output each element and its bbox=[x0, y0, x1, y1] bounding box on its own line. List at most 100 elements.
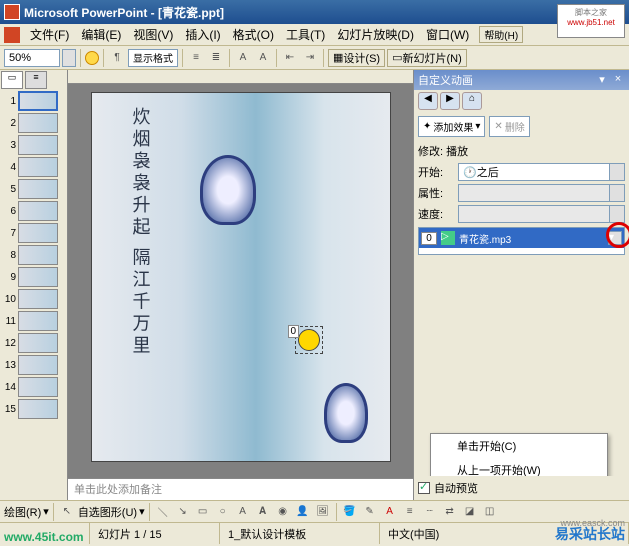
shadow-icon[interactable]: ◪ bbox=[461, 503, 479, 521]
show-format-icon[interactable]: ¶ bbox=[108, 49, 126, 67]
menu-window[interactable]: 窗口(W) bbox=[420, 26, 475, 43]
demote-icon[interactable]: ⇥ bbox=[301, 49, 319, 67]
thumbnail-row[interactable]: 2 bbox=[0, 112, 67, 134]
status-template: 1_默认设计模板 bbox=[220, 523, 380, 544]
menu-insert[interactable]: 插入(I) bbox=[179, 26, 226, 43]
highlight-circle-icon bbox=[606, 222, 629, 248]
menubar-icon bbox=[4, 27, 20, 43]
thumbnails-panel: ▭ ≡ 123456789101112131415 bbox=[0, 70, 68, 500]
pointer-icon[interactable]: ↖ bbox=[58, 503, 76, 521]
3d-icon[interactable]: ◫ bbox=[481, 503, 499, 521]
vase-image-1 bbox=[200, 155, 256, 225]
status-bar: 幻灯片 1 / 15 1_默认设计模板 中文(中国) bbox=[0, 522, 629, 544]
font-color-icon[interactable]: A bbox=[381, 503, 399, 521]
thumbnail-row[interactable]: 3 bbox=[0, 134, 67, 156]
thumbnail-row[interactable]: 13 bbox=[0, 354, 67, 376]
thumbnail-row[interactable]: 12 bbox=[0, 332, 67, 354]
zoom-combo[interactable]: 50% bbox=[4, 49, 60, 67]
slide-editor: 炊烟袅袅升起 隔江千万里 0 单击此处添加备注 bbox=[68, 70, 413, 500]
delete-effect-button[interactable]: ✕ 删除 bbox=[489, 116, 529, 137]
font-small-icon[interactable]: A bbox=[254, 49, 272, 67]
auto-preview-checkbox[interactable] bbox=[418, 482, 430, 494]
app-icon bbox=[4, 4, 20, 20]
arrow-style-icon[interactable]: ⇄ bbox=[441, 503, 459, 521]
thumbnail-row[interactable]: 1 bbox=[0, 90, 67, 112]
thumbnail-row[interactable]: 11 bbox=[0, 310, 67, 332]
animation-list[interactable]: 0 ▷ 青花瓷.mp3 ▾ bbox=[418, 227, 625, 255]
menu-slideshow[interactable]: 幻灯片放映(D) bbox=[331, 26, 420, 43]
slide-canvas[interactable]: 炊烟袅袅升起 隔江千万里 0 bbox=[91, 92, 391, 462]
oval-icon[interactable]: ○ bbox=[214, 503, 232, 521]
animation-item[interactable]: 0 ▷ 青花瓷.mp3 ▾ bbox=[419, 228, 624, 248]
menu-help-input[interactable]: 帮助(H) bbox=[479, 26, 523, 43]
nav-home-icon[interactable]: ⌂ bbox=[462, 92, 482, 110]
outline-tab[interactable]: ≡ bbox=[25, 71, 47, 89]
animation-badge: 0 bbox=[288, 325, 300, 338]
slide-poem-text: 炊烟袅袅升起 隔江千万里 bbox=[128, 107, 154, 358]
footer-brand: 易采站长站 bbox=[555, 524, 625, 544]
numlist-icon[interactable]: ≣ bbox=[207, 49, 225, 67]
face-icon[interactable] bbox=[85, 51, 99, 65]
bullets-icon[interactable]: ≡ bbox=[187, 49, 205, 67]
diagram-icon[interactable]: ◉ bbox=[274, 503, 292, 521]
font-large-icon[interactable]: A bbox=[234, 49, 252, 67]
modify-label: 修改: 播放 bbox=[418, 143, 625, 159]
cm-click-start[interactable]: 单击开始(C) bbox=[431, 434, 607, 458]
zoom-dropdown[interactable] bbox=[62, 49, 76, 67]
fill-color-icon[interactable]: 🪣 bbox=[341, 503, 359, 521]
wordart-icon[interactable]: 𝐀 bbox=[254, 503, 272, 521]
menu-format[interactable]: 格式(O) bbox=[227, 26, 280, 43]
start-select[interactable]: 🕐 之后 bbox=[458, 163, 625, 181]
picture-icon[interactable]: 🖼 bbox=[314, 503, 332, 521]
context-menu: 单击开始(C) 从上一项开始(W) 🕐从上一项之后开始(A) 效果选项(E)..… bbox=[430, 433, 608, 476]
task-pane: 自定义动画 ▾ × ◀ ▶ ⌂ ✦ 添加效果 ▾ ✕ 删除 修改: 播放 开始:… bbox=[413, 70, 629, 500]
thumbnail-row[interactable]: 5 bbox=[0, 178, 67, 200]
toolbar: 50% ¶ 显示格式 ≡ ≣ A A ⇤ ⇥ ▦ 设计(S) ▭ 新幻灯片(N) bbox=[0, 46, 629, 70]
watermark-overlay: 脚本之家 www.jb51.net bbox=[557, 4, 625, 38]
nav-forward-icon[interactable]: ▶ bbox=[440, 92, 460, 110]
menu-file[interactable]: 文件(F) bbox=[24, 26, 75, 43]
notes-pane[interactable]: 单击此处添加备注 bbox=[68, 478, 413, 500]
slides-tab[interactable]: ▭ bbox=[1, 71, 23, 89]
audio-object[interactable] bbox=[298, 329, 320, 351]
line-color-icon[interactable]: ✎ bbox=[361, 503, 379, 521]
status-slide: 幻灯片 1 / 15 bbox=[90, 523, 220, 544]
play-icon: ▷ bbox=[441, 231, 455, 245]
window-title: Microsoft PowerPoint - [青花瓷.ppt] bbox=[24, 4, 561, 21]
thumbnail-row[interactable]: 14 bbox=[0, 376, 67, 398]
line-icon[interactable]: ＼ bbox=[154, 503, 172, 521]
clipart-icon[interactable]: 👤 bbox=[294, 503, 312, 521]
menu-view[interactable]: 视图(V) bbox=[127, 26, 179, 43]
drawing-toolbar: 绘图(R) ▾ ↖ 自选图形(U) ▾ ＼ ↘ ▭ ○ A 𝐀 ◉ 👤 🖼 🪣 … bbox=[0, 500, 629, 522]
start-label: 开始: bbox=[418, 164, 458, 180]
thumbnail-row[interactable]: 10 bbox=[0, 288, 67, 310]
new-slide-button[interactable]: ▭ 新幻灯片(N) bbox=[387, 49, 467, 67]
menu-bar: 文件(F) 编辑(E) 视图(V) 插入(I) 格式(O) 工具(T) 幻灯片放… bbox=[0, 24, 629, 46]
cm-from-previous[interactable]: 从上一项开始(W) bbox=[431, 458, 607, 476]
nav-back-icon[interactable]: ◀ bbox=[418, 92, 438, 110]
show-format-button[interactable]: 显示格式 bbox=[128, 49, 178, 67]
dash-style-icon[interactable]: ┈ bbox=[421, 503, 439, 521]
line-style-icon[interactable]: ≡ bbox=[401, 503, 419, 521]
textbox-icon[interactable]: A bbox=[234, 503, 252, 521]
autoshapes-menu[interactable]: 自选图形(U) bbox=[78, 504, 137, 520]
speed-select bbox=[458, 205, 625, 223]
taskpane-dropdown[interactable]: ▾ bbox=[595, 73, 609, 87]
design-button[interactable]: ▦ 设计(S) bbox=[328, 49, 385, 67]
thumbnail-row[interactable]: 15 bbox=[0, 398, 67, 420]
rect-icon[interactable]: ▭ bbox=[194, 503, 212, 521]
arrow-icon[interactable]: ↘ bbox=[174, 503, 192, 521]
menu-edit[interactable]: 编辑(E) bbox=[75, 26, 127, 43]
taskpane-close[interactable]: × bbox=[611, 73, 625, 87]
thumbnail-row[interactable]: 9 bbox=[0, 266, 67, 288]
draw-menu[interactable]: 绘图(R) bbox=[4, 504, 41, 520]
thumbnail-row[interactable]: 8 bbox=[0, 244, 67, 266]
thumbnail-row[interactable]: 4 bbox=[0, 156, 67, 178]
menu-tools[interactable]: 工具(T) bbox=[280, 26, 331, 43]
horizontal-ruler bbox=[68, 70, 413, 84]
thumbnail-row[interactable]: 6 bbox=[0, 200, 67, 222]
add-effect-button[interactable]: ✦ 添加效果 ▾ bbox=[418, 116, 485, 137]
vase-image-2 bbox=[324, 383, 368, 443]
thumbnail-row[interactable]: 7 bbox=[0, 222, 67, 244]
promote-icon[interactable]: ⇤ bbox=[281, 49, 299, 67]
